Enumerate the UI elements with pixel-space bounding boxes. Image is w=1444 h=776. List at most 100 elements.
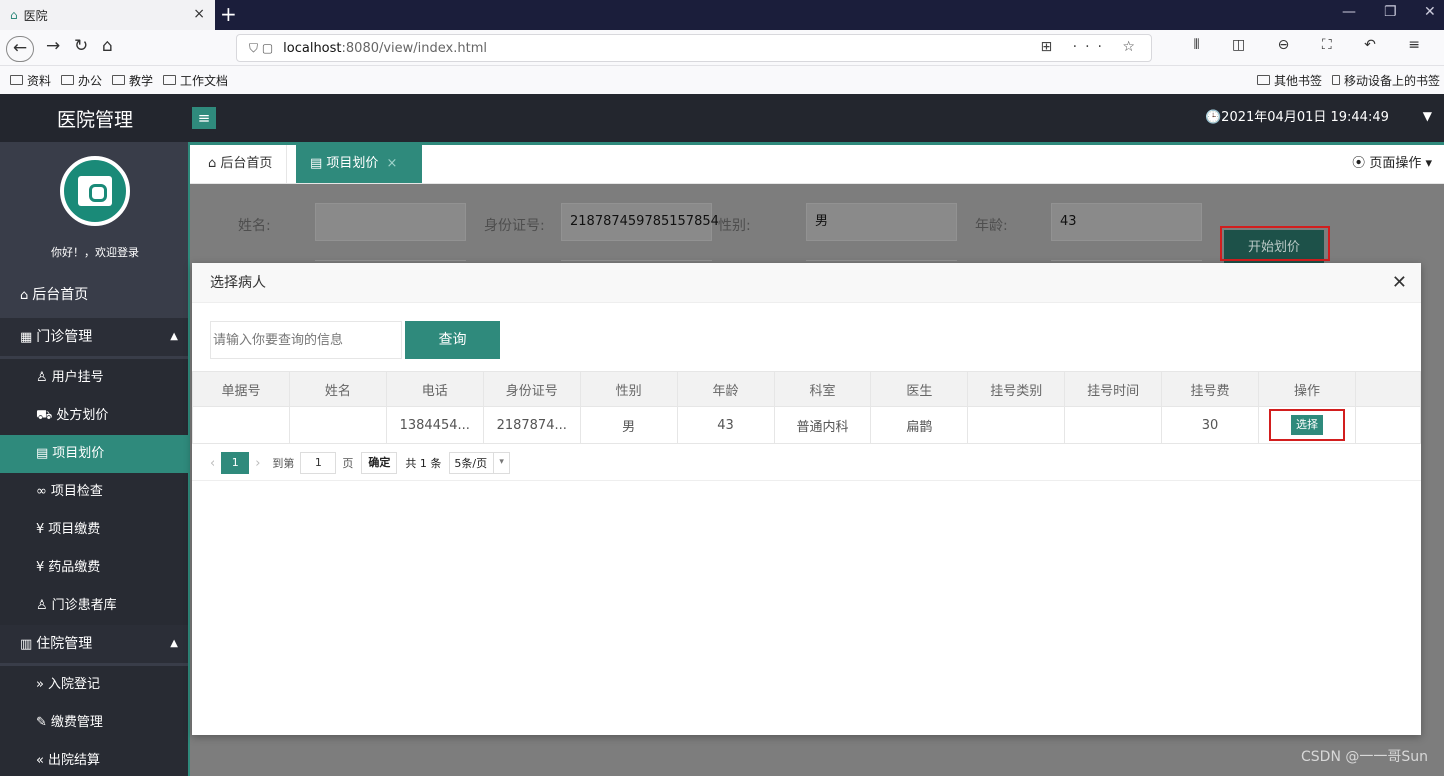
column-header: 电话 bbox=[385, 371, 484, 407]
tab-close-icon[interactable]: × bbox=[386, 156, 397, 171]
sidebar-item-prescription-pricing[interactable]: ⛟ 处方划价 bbox=[0, 397, 188, 435]
chevron-down-icon: ▾ bbox=[1421, 156, 1432, 171]
home-icon: ⌂ bbox=[208, 156, 221, 171]
back-icon[interactable]: ← bbox=[6, 36, 34, 62]
highlight-outline bbox=[1220, 226, 1330, 261]
yen-icon: ¥ bbox=[36, 560, 45, 575]
toolbar-icons[interactable]: ⫴ ◫ ⊖ ⛶ ↶ ≡ bbox=[1194, 37, 1434, 53]
restore-icon[interactable]: ❐ bbox=[1384, 4, 1397, 20]
sidebar-group-inpatient[interactable]: ▥ 住院管理 ▲ bbox=[0, 625, 188, 663]
column-header: 操作 bbox=[1257, 371, 1356, 407]
sidebar-item-item-check[interactable]: ∞ 项目检查 bbox=[0, 473, 188, 511]
search-input[interactable] bbox=[210, 321, 402, 359]
goto-page-input[interactable]: 1 bbox=[300, 452, 337, 474]
column-header: 姓名 bbox=[288, 371, 387, 407]
sidebar-item-payment-management[interactable]: ✎ 缴费管理 bbox=[0, 704, 188, 742]
url-host: localhost bbox=[283, 40, 342, 56]
column-header: 挂号时间 bbox=[1064, 371, 1163, 407]
home-icon: ⌂ bbox=[20, 288, 29, 303]
browser-tab[interactable]: ⌂ 医院 × bbox=[0, 0, 215, 30]
close-icon[interactable]: ✕ bbox=[1392, 272, 1407, 293]
id-label: 身份证号: bbox=[484, 218, 545, 234]
pagination: ‹ 1 › 到第 1 页 确定 共 1 条 5条/页 ▾ bbox=[204, 451, 511, 475]
reload-icon[interactable]: ↻ bbox=[74, 36, 88, 56]
sidebar-group-outpatient[interactable]: ▦ 门诊管理 ▲ bbox=[0, 318, 188, 356]
new-tab-button[interactable]: + bbox=[220, 2, 237, 26]
bookmark-folder[interactable]: 资料 bbox=[10, 72, 51, 89]
caret-up-icon: ▲ bbox=[170, 331, 178, 342]
url-bar[interactable]: ⛉ ▢ localhost:8080/view/index.html ⊞ ···… bbox=[236, 34, 1152, 62]
table-cell: 1384454... bbox=[385, 406, 484, 444]
table-cell bbox=[1354, 406, 1422, 444]
column-header: 性别 bbox=[579, 371, 678, 407]
table-cell: 普通内科 bbox=[773, 406, 872, 444]
tab-item-pricing[interactable]: ▤ 项目划价 × bbox=[296, 145, 422, 183]
tab-close-icon[interactable]: × bbox=[193, 6, 205, 22]
mobile-icon bbox=[1331, 75, 1340, 85]
column-header: 单据号 bbox=[192, 371, 290, 407]
folder-icon bbox=[10, 75, 23, 85]
table-cell bbox=[288, 406, 387, 444]
url-path: :8080/view/index.html bbox=[341, 40, 487, 56]
forward-icon[interactable]: → bbox=[46, 36, 60, 56]
sidebar-item-discharge[interactable]: «出院结算 bbox=[0, 742, 188, 776]
column-header: 医生 bbox=[870, 371, 969, 407]
column-header-empty bbox=[1354, 371, 1422, 407]
gender-label: 性别: bbox=[718, 218, 751, 234]
avatar bbox=[60, 156, 130, 226]
grid-icon: ▦ bbox=[20, 330, 33, 345]
sidebar-item-drug-payment[interactable]: ¥ 药品缴费 bbox=[0, 549, 188, 587]
query-button[interactable]: 查询 bbox=[405, 321, 500, 359]
id-field[interactable]: 218787459785157854 bbox=[561, 203, 719, 241]
document-icon: ▤ bbox=[310, 156, 327, 171]
edit-icon: ✎ bbox=[36, 715, 47, 730]
sidebar-item-patient-library[interactable]: ♙ 门诊患者库 bbox=[0, 587, 188, 625]
bookmarks-bar: 资料 办公 教学 工作文档 其他书签 移动设备上的书签 bbox=[0, 66, 1444, 94]
cart-icon: ⛟ bbox=[36, 408, 53, 423]
window-close-icon[interactable]: ✕ bbox=[1424, 4, 1436, 20]
bookmark-other[interactable]: 其他书签 bbox=[1256, 72, 1322, 89]
document-icon: ▤ bbox=[36, 446, 49, 461]
content-tabs: ⌂ 后台首页 ▤ 项目划价 × ⦿ 页面操作 ▾ bbox=[190, 145, 1444, 184]
chevron-right-icon[interactable]: › bbox=[255, 456, 260, 471]
browser-tab-bar: ⌂ 医院 × + — ❐ ✕ bbox=[0, 0, 1444, 30]
bookmark-mobile[interactable]: 移动设备上的书签 bbox=[1331, 72, 1440, 89]
sidebar-item-register[interactable]: ♙ 用户挂号 bbox=[0, 359, 188, 397]
sidebar-item-item-payment[interactable]: ¥ 项目缴费 bbox=[0, 511, 188, 549]
folder-icon bbox=[163, 75, 177, 85]
home-icon[interactable]: ⌂ bbox=[102, 36, 113, 56]
column-header: 挂号类别 bbox=[967, 371, 1066, 407]
page-operations-menu[interactable]: ⦿ 页面操作 ▾ bbox=[1352, 145, 1432, 183]
sidebar-item-home[interactable]: ⌂ 后台首页 bbox=[0, 276, 188, 314]
url-actions-icons[interactable]: ⊞ ··· ☆ bbox=[1040, 39, 1143, 55]
age-field[interactable]: 43 bbox=[1051, 203, 1202, 241]
chevron-down-icon[interactable]: ▼ bbox=[1423, 109, 1432, 123]
folder-icon bbox=[1256, 75, 1270, 85]
tab-home[interactable]: ⌂ 后台首页 bbox=[194, 145, 288, 183]
table-cell: 2187874... bbox=[482, 406, 581, 444]
sidebar-item-item-pricing[interactable]: ▤ 项目划价 bbox=[0, 435, 188, 473]
gender-field[interactable]: 男 bbox=[806, 203, 957, 241]
chevron-down-icon: ▾ bbox=[493, 453, 509, 473]
highlight-outline: 选择 bbox=[1268, 409, 1345, 441]
caret-up-icon: ▲ bbox=[170, 638, 178, 649]
table-cell: 30 bbox=[1161, 406, 1259, 444]
name-field[interactable] bbox=[315, 203, 466, 241]
select-button[interactable]: 选择 bbox=[1290, 415, 1323, 435]
sidebar-item-admission[interactable]: » 入院登记 bbox=[0, 666, 188, 704]
chevron-left-icon[interactable]: ‹ bbox=[210, 456, 215, 471]
hospital-logo-icon bbox=[78, 176, 112, 206]
column-header: 挂号费 bbox=[1161, 371, 1259, 407]
column-header: 身份证号 bbox=[482, 371, 581, 407]
confirm-button[interactable]: 确定 bbox=[361, 452, 398, 474]
menu-toggle-icon[interactable]: ≡ bbox=[192, 107, 216, 129]
folder-icon bbox=[112, 75, 126, 85]
bookmark-folder[interactable]: 办公 bbox=[61, 72, 102, 89]
age-label: 年龄: bbox=[975, 218, 1008, 234]
link-icon: ∞ bbox=[36, 484, 47, 499]
page-size-select[interactable]: 5条/页 ▾ bbox=[449, 452, 511, 474]
bookmark-folder[interactable]: 教学 bbox=[112, 72, 153, 89]
current-page[interactable]: 1 bbox=[221, 452, 250, 474]
minimize-icon[interactable]: — bbox=[1342, 4, 1356, 20]
bookmark-folder[interactable]: 工作文档 bbox=[163, 72, 228, 89]
